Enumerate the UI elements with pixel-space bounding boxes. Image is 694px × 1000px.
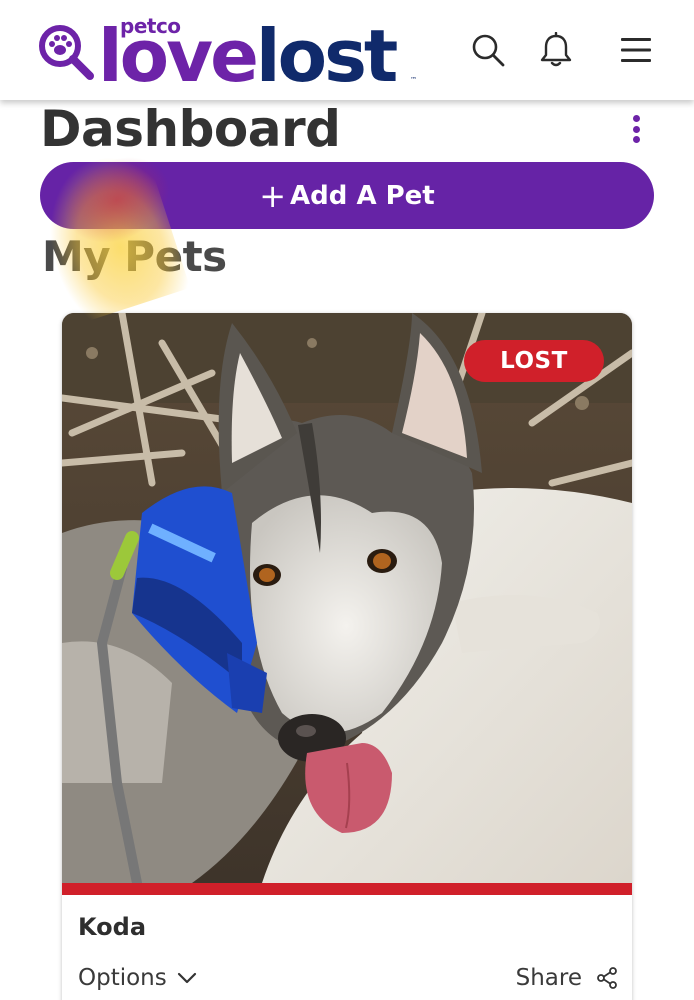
- add-pet-label: Add A Pet: [290, 180, 435, 211]
- logo-love-text: love: [98, 14, 259, 98]
- bell-icon: [540, 32, 572, 67]
- lost-status-badge: LOST: [464, 340, 604, 382]
- share-icon: [597, 967, 617, 989]
- kebab-dot-icon: [632, 136, 640, 143]
- plus-icon: +: [259, 176, 287, 215]
- search-button[interactable]: [468, 30, 508, 70]
- page-title: Dashboard: [40, 100, 341, 158]
- options-label: Options: [78, 965, 167, 991]
- logo-wordmark: lovelost: [98, 20, 398, 92]
- petco-love-lost-logo[interactable]: petco lovelost ™: [38, 14, 418, 92]
- chevron-down-icon: [177, 972, 196, 984]
- lost-status-bar: [62, 883, 632, 895]
- pet-options-dropdown[interactable]: Options: [78, 965, 197, 991]
- hamburger-menu-icon: [621, 38, 651, 62]
- pet-photo[interactable]: [62, 313, 632, 883]
- notifications-button[interactable]: [536, 30, 576, 70]
- pet-card[interactable]: LOST Koda Options Share: [62, 313, 632, 1000]
- pet-name[interactable]: Koda: [78, 913, 146, 941]
- kebab-dot-icon: [632, 115, 640, 122]
- main-menu-button[interactable]: [616, 30, 656, 70]
- paw-magnifier-icon: [39, 25, 94, 80]
- more-options-button[interactable]: [624, 112, 648, 146]
- search-icon: [472, 34, 505, 67]
- logo-lost-text: lost: [255, 14, 398, 98]
- my-pets-heading: My Pets: [42, 232, 227, 281]
- pet-share-button[interactable]: Share: [516, 965, 618, 991]
- app-header: petco lovelost ™: [0, 0, 694, 100]
- logo-trademark: ™: [410, 76, 417, 84]
- add-pet-button[interactable]: + Add A Pet: [40, 162, 654, 229]
- share-label: Share: [515, 965, 582, 991]
- kebab-dot-icon: [632, 125, 640, 133]
